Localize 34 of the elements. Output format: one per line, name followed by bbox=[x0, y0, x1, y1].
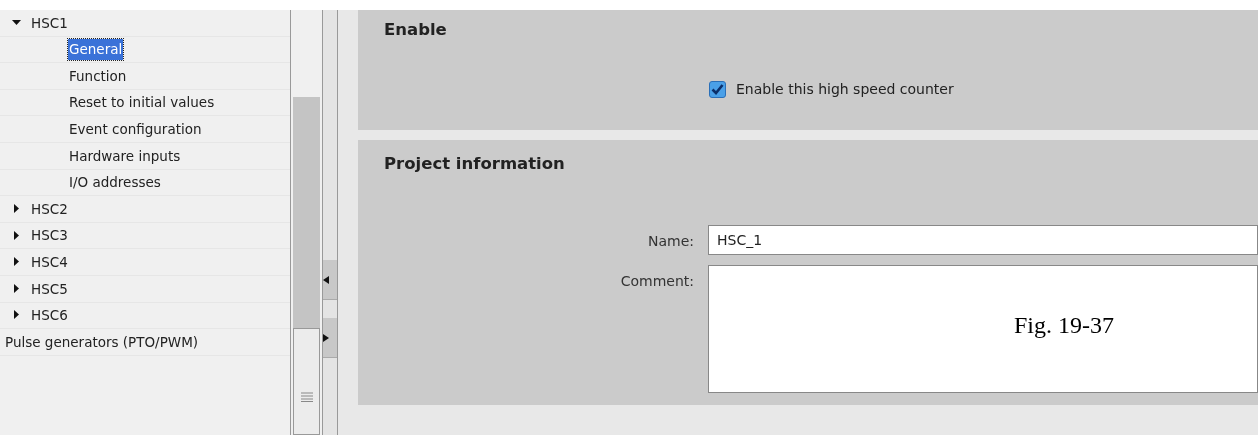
tree-item[interactable]: General bbox=[68, 39, 124, 60]
tree-item[interactable]: HSC2 bbox=[30, 198, 69, 220]
tree-item[interactable]: HSC1 bbox=[30, 12, 69, 33]
collapsed-arrow-icon[interactable] bbox=[12, 310, 22, 321]
tree-item[interactable]: HSC3 bbox=[30, 225, 69, 246]
field-label: Name: bbox=[646, 231, 694, 251]
comment-field[interactable] bbox=[708, 264, 1258, 393]
collapsed-arrow-icon[interactable] bbox=[12, 283, 22, 294]
left-arrow-icon bbox=[323, 275, 329, 284]
expand-right-button[interactable] bbox=[323, 318, 337, 358]
expanded-arrow-icon[interactable] bbox=[12, 17, 22, 28]
right-arrow-icon bbox=[323, 333, 329, 342]
tree-item[interactable]: I/O addresses bbox=[68, 172, 162, 193]
grip-icon bbox=[300, 392, 313, 402]
tree-item[interactable]: HSC4 bbox=[30, 252, 69, 273]
tree-item[interactable]: Reset to initial values bbox=[68, 92, 216, 113]
tree-item[interactable]: Function bbox=[68, 65, 128, 87]
scrollbar-thumb[interactable] bbox=[293, 328, 320, 435]
checkbox-label: Enable this high speed counter bbox=[736, 79, 954, 99]
tree-item[interactable]: Pulse generators (PTO/PWM) bbox=[4, 331, 200, 353]
tree-item[interactable]: Event configuration bbox=[68, 119, 203, 140]
checkbox[interactable] bbox=[709, 80, 726, 98]
tree-item[interactable]: Hardware inputs bbox=[68, 145, 182, 166]
collapsed-arrow-icon[interactable] bbox=[12, 203, 22, 214]
figure-caption: Fig. 19-37 bbox=[1014, 310, 1114, 340]
name-field[interactable]: HSC_1 bbox=[708, 224, 1258, 255]
collapsed-arrow-icon[interactable] bbox=[12, 230, 22, 241]
collapse-left-button[interactable] bbox=[323, 260, 337, 300]
tree-item[interactable]: HSC5 bbox=[30, 278, 69, 299]
field-label: Comment: bbox=[619, 271, 694, 291]
collapsed-arrow-icon[interactable] bbox=[12, 257, 22, 268]
section-title: Project information bbox=[384, 153, 565, 175]
section-title: Enable bbox=[384, 19, 447, 41]
tree-item[interactable]: HSC6 bbox=[30, 305, 69, 326]
